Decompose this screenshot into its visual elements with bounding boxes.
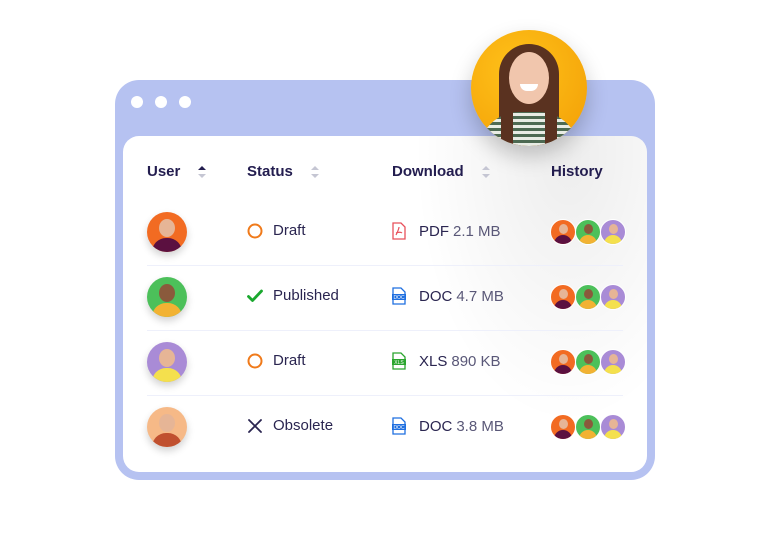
user-avatar[interactable] [147, 407, 187, 447]
check-icon [247, 288, 263, 304]
current-user-avatar[interactable] [471, 30, 587, 146]
table-row[interactable]: Obsolete DOC DOC 3.8 MB [147, 395, 626, 460]
column-header-user[interactable]: User [147, 163, 207, 180]
history-avatar[interactable] [575, 219, 601, 245]
history-avatar[interactable] [600, 349, 626, 375]
status-cell: Draft [247, 352, 306, 369]
doc-file-icon: DOC [391, 417, 407, 435]
column-header-download[interactable]: Download [392, 163, 490, 180]
download-link[interactable]: DOC DOC 4.7 MB [391, 287, 504, 305]
status-cell: Obsolete [247, 417, 333, 434]
window-dot-minimize[interactable] [155, 96, 167, 108]
status-label: Obsolete [273, 417, 334, 434]
sort-ascending-icon[interactable] [198, 165, 207, 178]
svg-text:DOC: DOC [393, 295, 405, 301]
history-avatars [550, 349, 626, 375]
download-link[interactable]: PDF 2.1 MB [391, 222, 501, 240]
history-avatar[interactable] [600, 284, 626, 310]
history-avatar[interactable] [550, 414, 576, 440]
table-row[interactable]: Published DOC DOC 4.7 MB [147, 265, 626, 331]
history-avatar[interactable] [575, 284, 601, 310]
column-header-history: History [551, 163, 603, 180]
history-avatar[interactable] [600, 414, 626, 440]
download-link[interactable]: DOC DOC 3.8 MB [391, 417, 504, 435]
circle-icon [247, 353, 263, 369]
window-dot-maximize[interactable] [179, 96, 191, 108]
history-avatar[interactable] [550, 349, 576, 375]
user-avatar[interactable] [147, 342, 187, 382]
column-header-status[interactable]: Status [247, 163, 319, 180]
history-avatars [550, 284, 626, 310]
history-avatar[interactable] [600, 219, 626, 245]
x-icon [247, 418, 263, 434]
history-avatar[interactable] [550, 284, 576, 310]
history-avatar[interactable] [575, 349, 601, 375]
status-label: Draft [273, 222, 306, 239]
user-avatar[interactable] [147, 212, 187, 252]
sort-icon[interactable] [481, 165, 490, 178]
download-link[interactable]: XLS XLS 890 KB [391, 352, 501, 370]
user-avatar[interactable] [147, 277, 187, 317]
sort-icon[interactable] [310, 165, 319, 178]
pdf-file-icon [391, 222, 407, 240]
window-dot-close[interactable] [131, 96, 143, 108]
svg-text:DOC: DOC [393, 425, 405, 431]
table-row[interactable]: Draft PDF 2.1 MB [147, 200, 626, 266]
history-avatars [550, 219, 626, 245]
table-row[interactable]: Draft XLS XLS 890 KB [147, 330, 626, 396]
status-label: Published [273, 287, 339, 304]
xls-file-icon: XLS [391, 352, 407, 370]
status-cell: Draft [247, 222, 306, 239]
circle-icon [247, 223, 263, 239]
status-label: Draft [273, 352, 306, 369]
status-cell: Published [247, 287, 339, 304]
files-table: User Status Download History Draft PDF 2… [123, 136, 647, 472]
svg-text:XLS: XLS [394, 360, 404, 366]
history-avatars [550, 414, 626, 440]
window-controls [131, 96, 191, 108]
doc-file-icon: DOC [391, 287, 407, 305]
history-avatar[interactable] [575, 414, 601, 440]
history-avatar[interactable] [550, 219, 576, 245]
